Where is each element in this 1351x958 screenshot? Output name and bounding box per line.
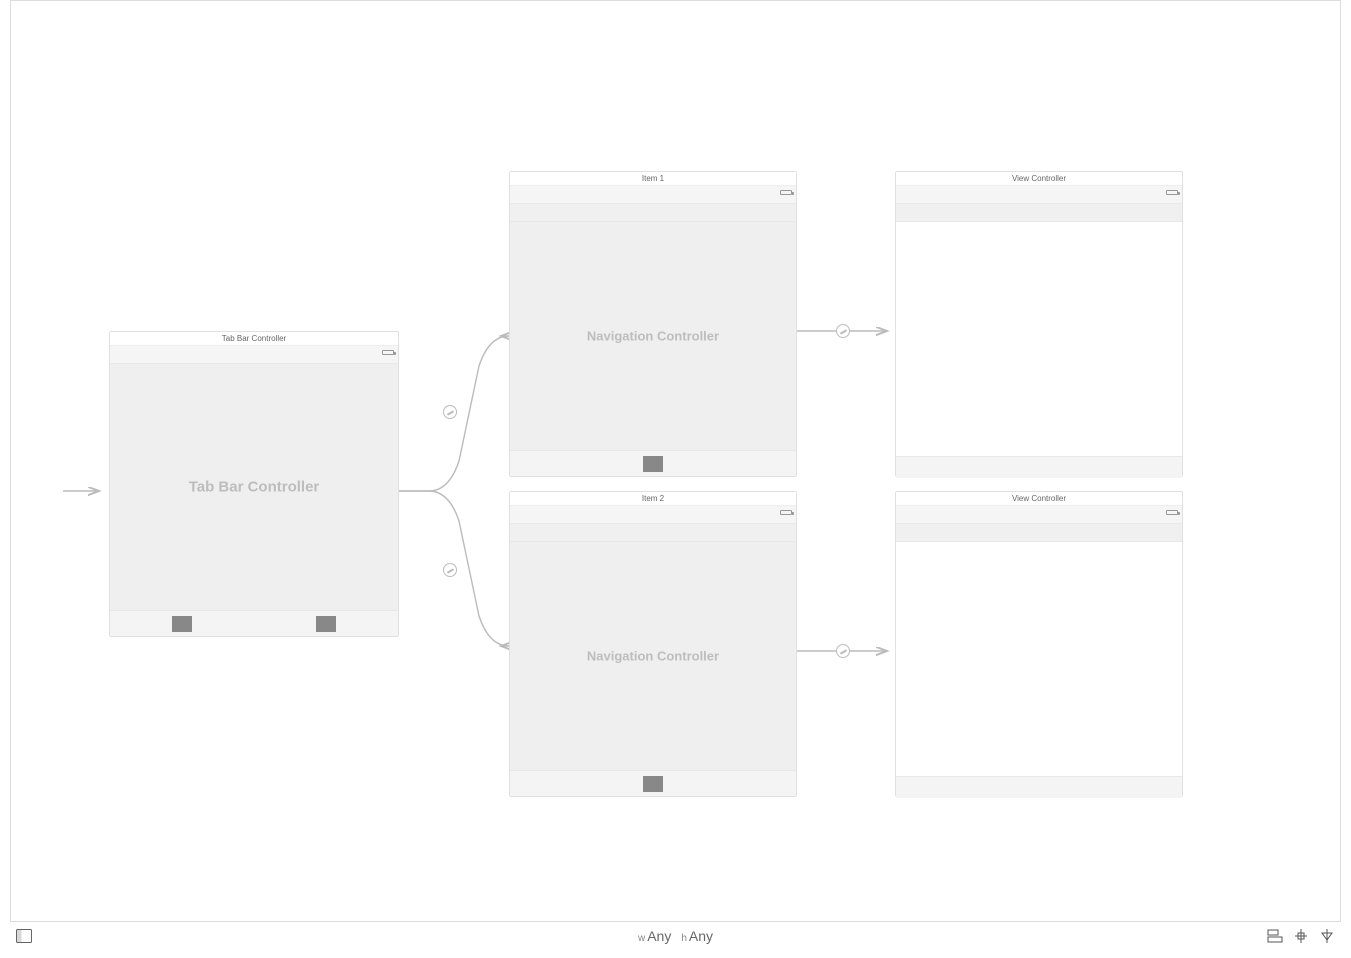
tab-item-icon[interactable]: [643, 456, 663, 472]
size-class-control[interactable]: wAny hAny: [638, 928, 713, 944]
tab-bar: [110, 610, 398, 636]
scene-tab-bar-controller[interactable]: Tab Bar Controller Tab Bar Controller: [109, 331, 399, 637]
size-class-h-value: Any: [689, 928, 713, 944]
placeholder-label: Navigation Controller: [510, 649, 796, 664]
scene-title: Item 2: [510, 492, 796, 506]
status-bar: [896, 186, 1182, 204]
size-class-w-value: Any: [647, 928, 671, 944]
storyboard-canvas[interactable]: Tab Bar Controller Tab Bar Controller It…: [10, 0, 1341, 922]
battery-icon: [382, 350, 394, 355]
toolbar-placeholder: [896, 456, 1182, 478]
status-bar: [110, 346, 398, 364]
navigation-bar: [896, 204, 1182, 222]
document-outline-toggle-icon[interactable]: [16, 929, 32, 943]
scene-view-controller[interactable]: View Controller: [895, 171, 1183, 477]
status-bar: [510, 506, 796, 524]
scene-navigation-controller[interactable]: Item 2 Navigation Controller: [509, 491, 797, 797]
align-icon[interactable]: [1267, 929, 1283, 943]
resolve-issues-icon[interactable]: [1319, 929, 1335, 943]
status-bar: [896, 506, 1182, 524]
scene-title: Item 1: [510, 172, 796, 186]
scene-view-controller[interactable]: View Controller: [895, 491, 1183, 797]
placeholder-label: Navigation Controller: [510, 329, 796, 344]
tab-item-icon[interactable]: [643, 776, 663, 792]
size-class-w-label: w: [638, 933, 645, 944]
battery-icon: [780, 190, 792, 195]
segue-badge[interactable]: [836, 324, 850, 338]
navigation-bar: [510, 204, 796, 222]
tab-bar: [510, 450, 796, 476]
segue-badge[interactable]: [443, 563, 457, 577]
toolbar-placeholder: [896, 776, 1182, 798]
navigation-bar: [510, 524, 796, 542]
battery-icon: [1166, 510, 1178, 515]
segue-badge[interactable]: [836, 644, 850, 658]
canvas-bottom-bar: wAny hAny: [10, 922, 1341, 950]
scene-title: Tab Bar Controller: [110, 332, 398, 346]
tab-item-icon[interactable]: [316, 616, 336, 632]
segue-badge[interactable]: [443, 405, 457, 419]
pin-icon[interactable]: [1293, 929, 1309, 943]
placeholder-label: Tab Bar Controller: [110, 479, 398, 496]
navigation-bar: [896, 524, 1182, 542]
size-class-h-label: h: [681, 933, 687, 944]
scene-navigation-controller[interactable]: Item 1 Navigation Controller: [509, 171, 797, 477]
tab-bar: [510, 770, 796, 796]
battery-icon: [780, 510, 792, 515]
battery-icon: [1166, 190, 1178, 195]
tab-item-icon[interactable]: [172, 616, 192, 632]
scene-title: View Controller: [896, 492, 1182, 506]
status-bar: [510, 186, 796, 204]
scene-title: View Controller: [896, 172, 1182, 186]
